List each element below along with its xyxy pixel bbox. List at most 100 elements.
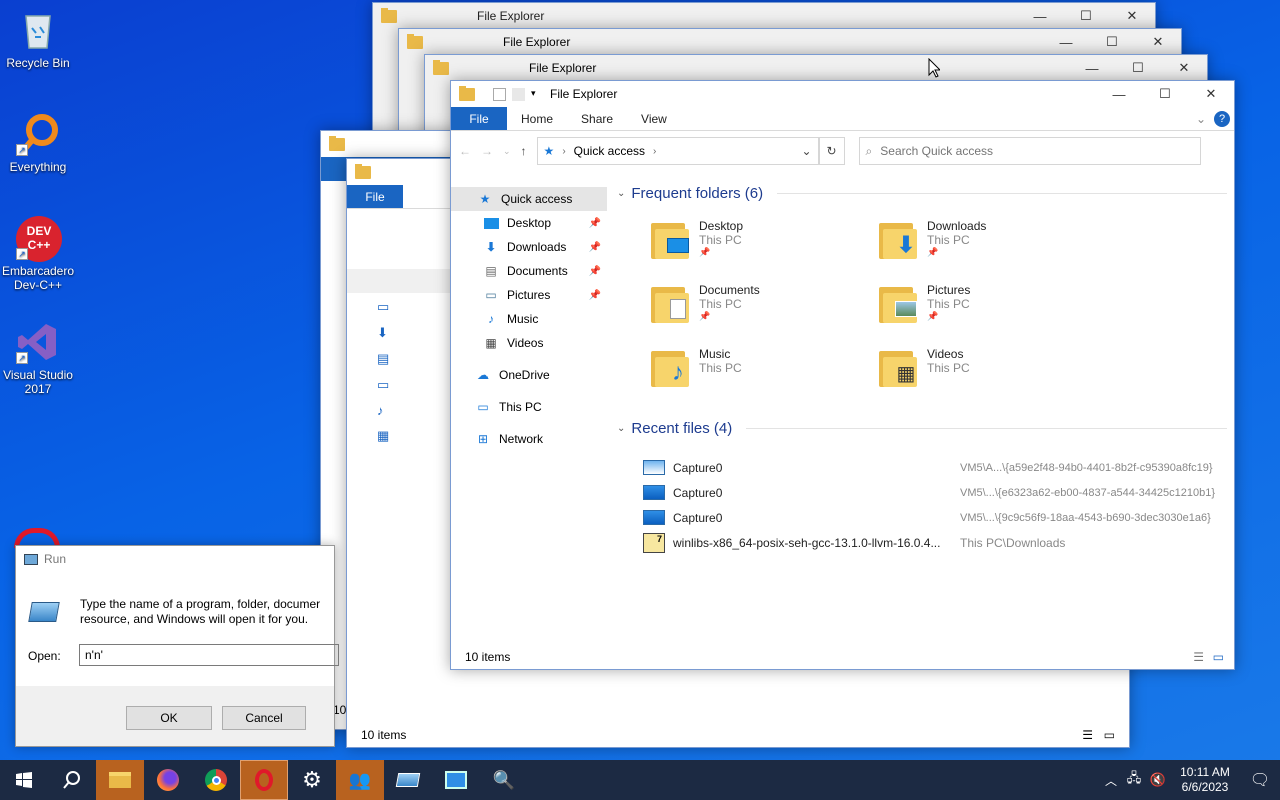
list-item[interactable]: Capture0 VM5\...\{9c9c56f9-18aa-4543-b69… xyxy=(643,505,1229,530)
documents-folder-icon xyxy=(651,283,691,323)
folder-tile-videos[interactable]: ▦ Videos This PC xyxy=(879,347,970,387)
recent-locations-icon[interactable]: ⌄ xyxy=(503,146,511,157)
tab-file[interactable]: File xyxy=(347,185,403,208)
nav-item-this-pc[interactable]: ▭ This PC xyxy=(451,395,607,419)
ok-button[interactable]: OK xyxy=(126,706,212,730)
maximize-button[interactable]: ☐ xyxy=(1142,81,1188,107)
list-item[interactable]: 7 winlibs-x86_64-posix-seh-gcc-13.1.0-ll… xyxy=(643,530,1229,555)
close-button[interactable]: ✕ xyxy=(1161,55,1207,81)
address-bar[interactable]: ★ › Quick access › ⌄ xyxy=(536,137,819,165)
tab-share[interactable]: Share xyxy=(567,107,627,130)
network-icon: ⊞ xyxy=(477,432,489,446)
title-bar[interactable]: File Explorer — ☐ ✕ xyxy=(425,55,1207,81)
open-input[interactable]: n'n' xyxy=(79,644,339,666)
taskbar-file-explorer[interactable] xyxy=(96,760,144,800)
nav-item-onedrive[interactable]: ☁ OneDrive xyxy=(451,363,607,387)
folder-tile-downloads[interactable]: ⬇ Downloads This PC 📌 xyxy=(879,219,986,259)
new-folder-icon[interactable] xyxy=(512,87,525,101)
desktop-icon-label: Visual Studio 2017 xyxy=(3,368,73,396)
minimize-button[interactable]: — xyxy=(1017,3,1063,29)
maximize-button[interactable]: ☐ xyxy=(1063,3,1109,29)
forward-button[interactable]: → xyxy=(481,144,493,158)
details-view-icon[interactable]: ☰ xyxy=(1082,728,1093,742)
folder-tile-music[interactable]: ♪ Music This PC xyxy=(651,347,742,387)
close-button[interactable]: ✕ xyxy=(1135,29,1181,55)
onedrive-cloud-icon: ☁ xyxy=(477,368,489,382)
desktop-icon-devcpp[interactable]: DEV C++ ↗ Embarcadero Dev-C++ xyxy=(0,216,76,292)
large-icons-view-icon[interactable]: ▭ xyxy=(1104,728,1115,742)
volume-muted-icon[interactable]: 🔇 xyxy=(1146,772,1170,788)
minimize-button[interactable]: — xyxy=(1043,29,1089,55)
up-button[interactable]: ↑ xyxy=(521,144,527,158)
taskbar-run[interactable] xyxy=(384,760,432,800)
chevron-down-icon[interactable]: ▾ xyxy=(531,88,544,101)
cancel-button[interactable]: Cancel xyxy=(222,706,306,730)
pictures-icon: ▭ xyxy=(377,377,390,392)
search-box[interactable]: ⌕ xyxy=(858,137,1201,165)
tab-file[interactable]: File xyxy=(451,107,507,130)
folder-tile-pictures[interactable]: Pictures This PC 📌 xyxy=(879,283,970,323)
notifications-icon[interactable]: 🗨 xyxy=(1240,770,1280,790)
nav-item-network[interactable]: ⊞ Network xyxy=(451,427,607,451)
close-button[interactable]: ✕ xyxy=(1109,3,1155,29)
minimize-button[interactable]: — xyxy=(1096,81,1142,107)
nav-item-videos[interactable]: ▦ Videos xyxy=(451,331,607,355)
large-icons-view-icon[interactable]: ▭ xyxy=(1213,650,1224,664)
chevron-down-icon: ⌄ xyxy=(617,423,626,434)
desktop-icon-recycle-bin[interactable]: Recycle Bin xyxy=(0,8,76,70)
nav-item-music[interactable]: ♪ Music xyxy=(451,307,607,331)
tab-view[interactable]: View xyxy=(627,107,681,130)
folder-tile-desktop[interactable]: Desktop This PC 📌 xyxy=(651,219,743,259)
taskbar-settings[interactable]: ⚙ xyxy=(288,760,336,800)
maximize-button[interactable]: ☐ xyxy=(1115,55,1161,81)
frequent-folders-header[interactable]: ⌄ Frequent folders (6) xyxy=(617,185,1227,202)
desktop-icon-visual-studio[interactable]: ↗ Visual Studio 2017 xyxy=(0,320,76,396)
expand-ribbon-icon[interactable]: ⌄ xyxy=(1196,112,1206,126)
title-bar[interactable]: File Explorer — ☐ ✕ xyxy=(373,3,1155,29)
search-button[interactable] xyxy=(48,760,96,800)
search-input[interactable] xyxy=(880,144,1171,158)
title-bar[interactable]: ▾ File Explorer — ☐ ✕ xyxy=(451,81,1234,107)
taskbar-network-app[interactable] xyxy=(432,760,480,800)
recent-files-header[interactable]: ⌄ Recent files (4) xyxy=(617,420,1227,437)
close-button[interactable]: ✕ xyxy=(1188,81,1234,107)
tab-home[interactable]: Home xyxy=(507,107,567,130)
nav-item-desktop[interactable]: Desktop 📌 xyxy=(451,211,607,235)
run-dialog[interactable]: Run Type the name of a program, folder, … xyxy=(15,545,339,747)
taskbar-opera[interactable] xyxy=(240,760,288,800)
nav-item-documents[interactable]: ▤ Documents 📌 xyxy=(451,259,607,283)
run-icon xyxy=(395,773,421,787)
list-item[interactable]: Capture0 VM5\A...\{a59e2f48-94b0-4401-8b… xyxy=(643,455,1229,480)
maximize-button[interactable]: ☐ xyxy=(1089,29,1135,55)
minimize-button[interactable]: — xyxy=(1069,55,1115,81)
nav-item-downloads[interactable]: ⬇ Downloads 📌 xyxy=(451,235,607,259)
explorer-window-main[interactable]: ▾ File Explorer — ☐ ✕ File Home Share Vi… xyxy=(450,80,1235,670)
network-tray-icon[interactable]: 🖧 xyxy=(1122,769,1146,791)
open-label: Open: xyxy=(28,649,61,663)
content-pane: ⌄ Frequent folders (6) Desktop This PC 📌 ⬇… xyxy=(611,181,1229,645)
details-view-icon[interactable]: ☰ xyxy=(1193,650,1204,664)
folder-icon xyxy=(355,163,371,179)
help-icon[interactable]: ? xyxy=(1214,110,1230,127)
refresh-button[interactable]: ↻ xyxy=(818,137,845,165)
taskbar-firefox[interactable] xyxy=(144,760,192,800)
back-button[interactable]: ← xyxy=(459,144,471,158)
music-icon: ♪ xyxy=(488,312,494,326)
image-file-icon xyxy=(643,510,665,525)
taskbar-chrome[interactable] xyxy=(192,760,240,800)
address-dropdown-icon[interactable]: ⌄ xyxy=(801,144,811,158)
taskbar-magnifier-app[interactable]: 🔍 xyxy=(480,760,528,800)
pin-icon: 📌 xyxy=(927,311,939,321)
videos-icon: ▦ xyxy=(485,336,497,350)
taskbar-remote-app[interactable]: 👥 xyxy=(336,760,384,800)
nav-item-quick-access[interactable]: ★ Quick access xyxy=(451,187,607,211)
list-item[interactable]: Capture0 VM5\...\{e6323a62-eb00-4837-a54… xyxy=(643,480,1229,505)
clock[interactable]: 10:11 AM 6/6/2023 xyxy=(1170,765,1240,795)
properties-icon[interactable] xyxy=(493,87,506,101)
nav-item-pictures[interactable]: ▭ Pictures 📌 xyxy=(451,283,607,307)
start-button[interactable] xyxy=(0,760,48,800)
title-bar[interactable]: File Explorer — ☐ ✕ xyxy=(399,29,1181,55)
desktop-icon-everything[interactable]: ↗ Everything xyxy=(0,112,76,174)
folder-tile-documents[interactable]: Documents This PC 📌 xyxy=(651,283,760,323)
show-hidden-icons-chevron-icon[interactable]: ︿ xyxy=(1100,772,1122,789)
